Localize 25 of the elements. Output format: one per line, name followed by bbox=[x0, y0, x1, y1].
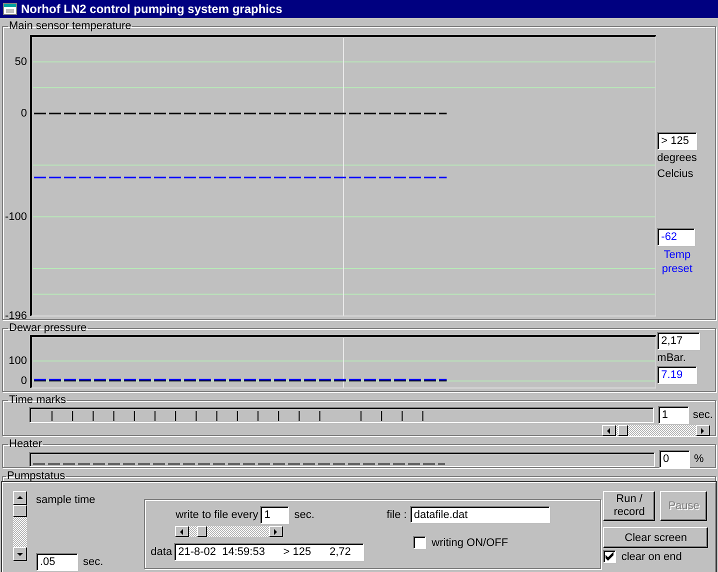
window-title: Norhof LN2 control pumping system graphics bbox=[21, 2, 282, 16]
unit-label: % bbox=[694, 453, 704, 465]
file-label: file : bbox=[386, 508, 407, 520]
section-label: Main sensor temperature bbox=[8, 20, 132, 32]
axis-label: 0 bbox=[20, 108, 27, 120]
checkbox-label: clear on end bbox=[621, 550, 682, 562]
temp-preset-label: Temp preset bbox=[660, 248, 694, 276]
unit-label: sec. bbox=[692, 409, 713, 421]
write-interval-label: write to file every bbox=[176, 509, 258, 521]
sample-time-label: sample time bbox=[36, 494, 96, 506]
axis-label: 0 bbox=[20, 375, 27, 387]
section-label: Dewar pressure bbox=[8, 322, 88, 334]
data-label: data bbox=[150, 546, 172, 558]
unit-label: sec. bbox=[83, 556, 104, 568]
axis-label: -100 bbox=[5, 210, 27, 223]
checkbox-label: writing ON/OFF bbox=[432, 536, 508, 548]
section-label: Heater bbox=[8, 438, 44, 450]
section-label: Pumpstatus bbox=[6, 471, 66, 482]
axis-label: -196 bbox=[5, 310, 27, 322]
section-label: Time marks bbox=[8, 394, 68, 406]
axis-label: 50 bbox=[14, 56, 27, 68]
axis-label: 100 bbox=[8, 355, 27, 367]
unit-label: sec. bbox=[294, 509, 314, 521]
unit-label: mBar. bbox=[657, 351, 687, 366]
unit-label: degrees Celcius bbox=[657, 151, 698, 182]
